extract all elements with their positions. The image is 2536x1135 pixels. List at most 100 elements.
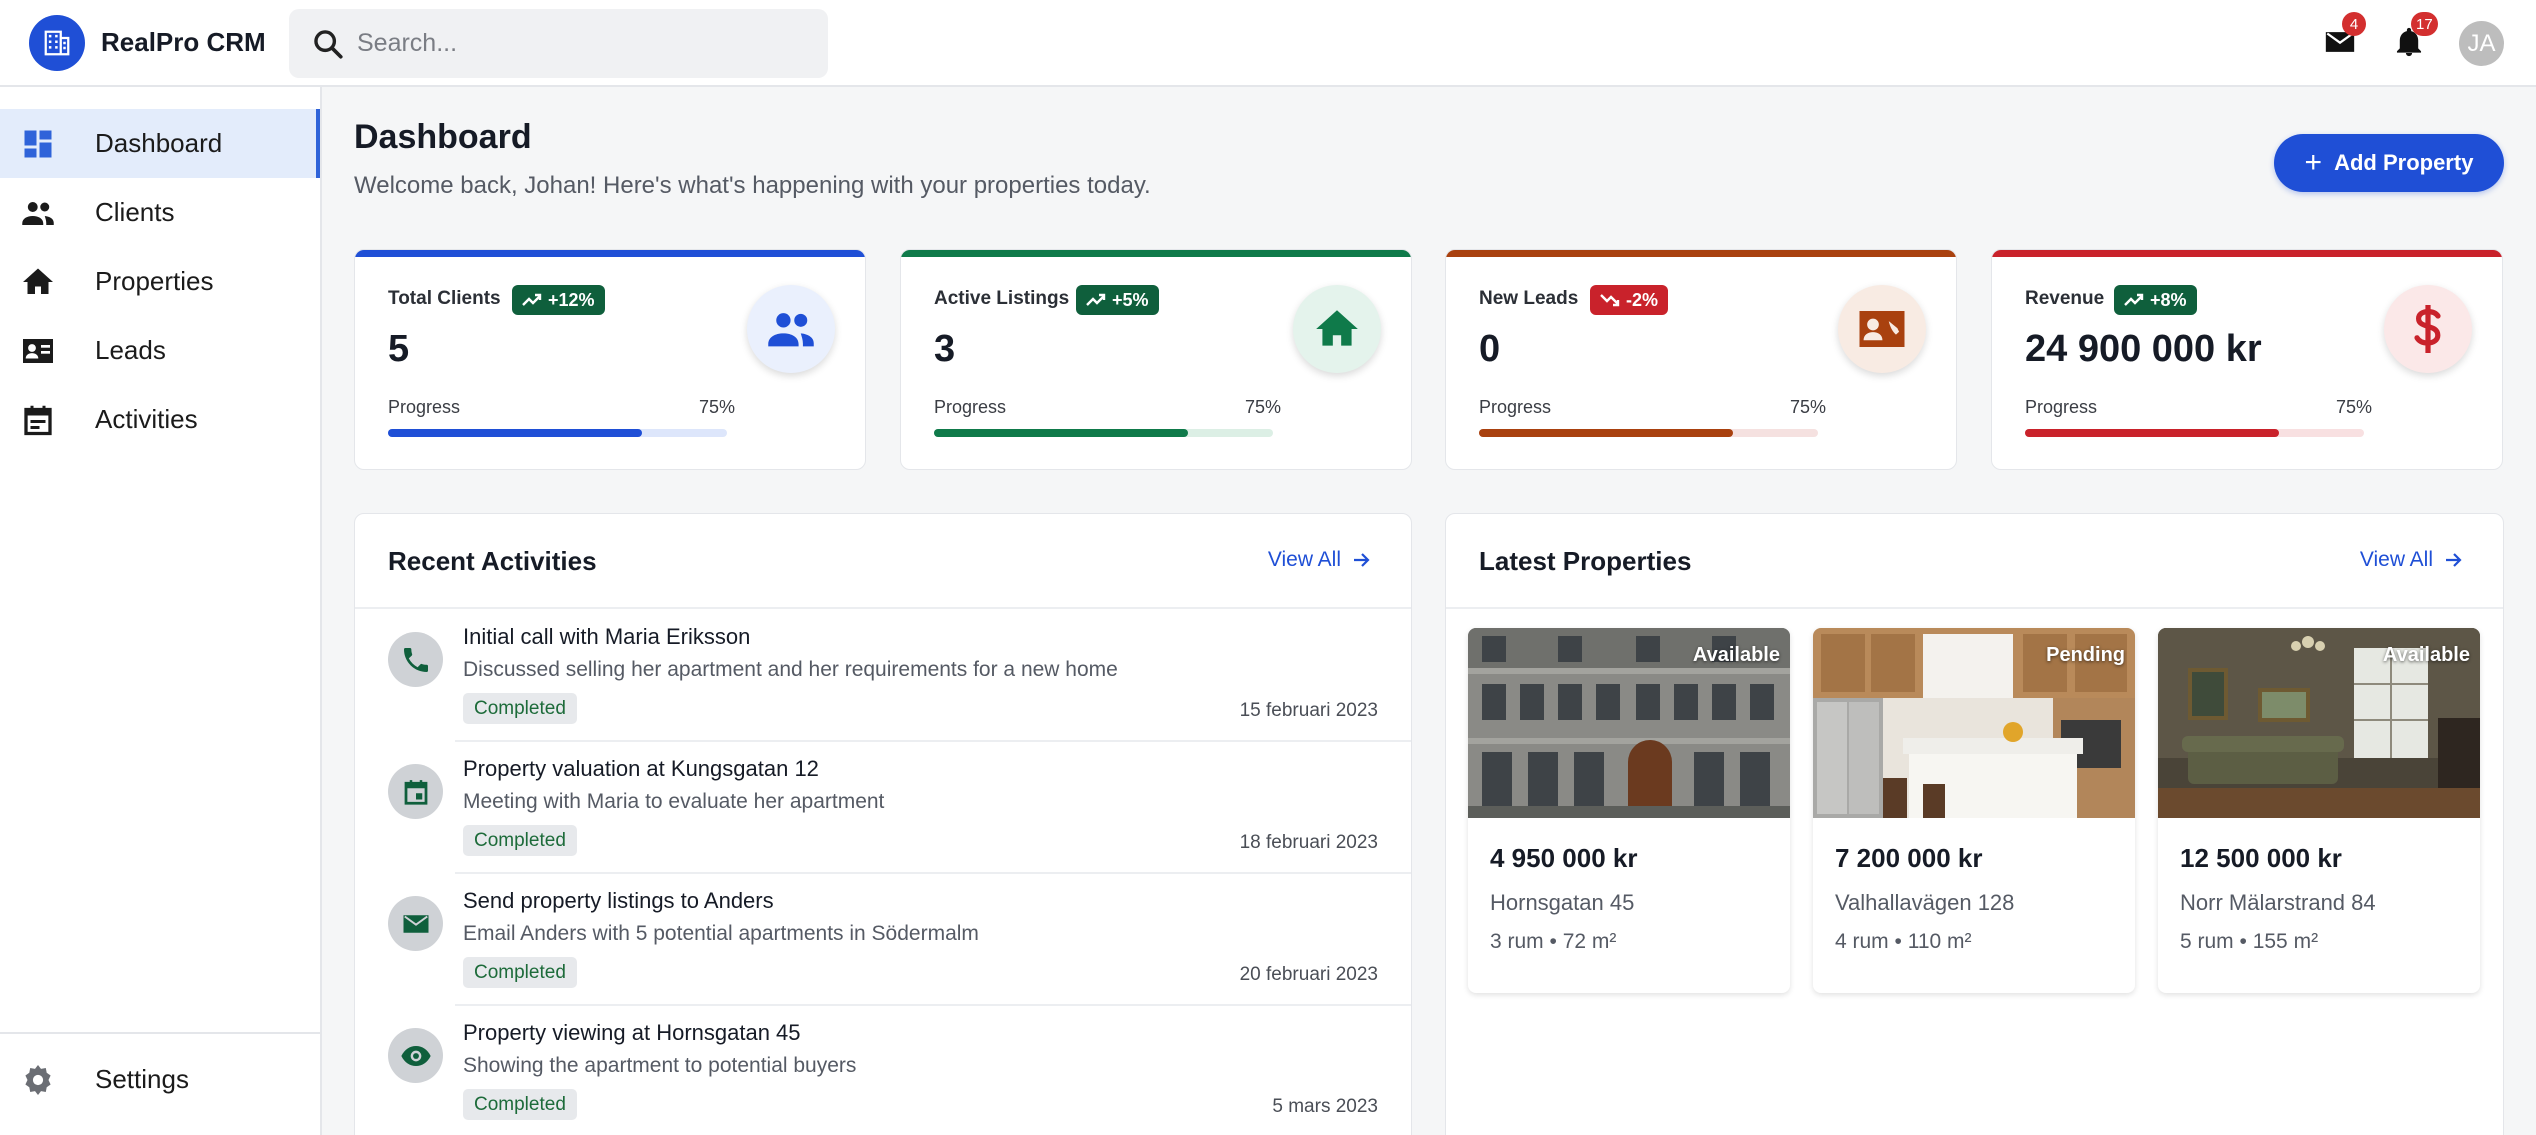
sidebar-item-label: Leads bbox=[95, 335, 166, 365]
gear-icon bbox=[25, 1064, 51, 1095]
stat-value: 3 bbox=[934, 328, 956, 370]
stat-label: Active Listings bbox=[934, 288, 1070, 309]
stat-label: Revenue bbox=[2025, 288, 2105, 309]
activity-date: 15 februari 2023 bbox=[1239, 700, 1378, 721]
add-property-button[interactable]: + Add Property bbox=[2274, 134, 2504, 192]
view-all-properties-link[interactable]: View All bbox=[2360, 548, 2463, 572]
activity-description: Email Anders with 5 potential apartments… bbox=[463, 922, 979, 945]
stat-card-active-listings[interactable]: Active Listings +5% 3 Progress 75% bbox=[900, 249, 1412, 470]
activity-title: Send property listings to Anders bbox=[463, 888, 774, 913]
sidebar-item-dashboard[interactable]: Dashboard bbox=[0, 109, 320, 178]
contact-card-icon bbox=[23, 338, 53, 363]
avatar[interactable]: JA bbox=[2459, 21, 2504, 66]
sidebar-item-clients[interactable]: Clients bbox=[0, 178, 320, 247]
add-property-label: Add Property bbox=[2334, 150, 2474, 175]
progress-label: Progress bbox=[1479, 397, 1552, 417]
trend-value: +5% bbox=[1112, 289, 1149, 310]
progress-fill bbox=[1479, 429, 1734, 437]
stat-card-revenue[interactable]: Revenue +8% 24 900 000 kr Progress 75% bbox=[1991, 249, 2503, 470]
arrow-right-icon bbox=[1354, 553, 1370, 567]
trending-down-icon bbox=[1600, 294, 1620, 307]
status-badge: Completed bbox=[463, 1089, 577, 1120]
sidebar-divider bbox=[0, 1032, 320, 1034]
search-icon bbox=[314, 29, 343, 59]
people-icon bbox=[22, 201, 54, 225]
progress-percent: 75% bbox=[698, 397, 735, 417]
progress-percent: 75% bbox=[1244, 397, 1281, 417]
activity-title: Property valuation at Kungsgatan 12 bbox=[463, 756, 819, 781]
progress-bar bbox=[388, 429, 727, 437]
property-status: Available bbox=[2382, 644, 2470, 666]
notifications-button[interactable]: 17 bbox=[2385, 12, 2438, 66]
property-price: 4 950 000 kr bbox=[1490, 843, 1638, 873]
sidebar: Dashboard Clients Properties Leads Activ… bbox=[0, 87, 322, 1135]
progress-percent: 75% bbox=[1789, 397, 1826, 417]
activity-description: Meeting with Maria to evaluate her apart… bbox=[463, 790, 885, 813]
recent-activities-panel: Recent Activities View All Initial call … bbox=[354, 513, 1412, 1135]
property-specs: 4 rum • 110 m² bbox=[1835, 930, 1972, 953]
eye-icon bbox=[388, 1028, 443, 1083]
progress-label: Progress bbox=[934, 397, 1007, 417]
phone-icon bbox=[388, 632, 443, 687]
page-subtitle: Welcome back, Johan! Here's what's happe… bbox=[354, 172, 1151, 199]
sidebar-item-settings[interactable]: Settings bbox=[0, 1045, 320, 1114]
activity-title: Initial call with Maria Eriksson bbox=[463, 624, 751, 649]
trend-value: -2% bbox=[1626, 289, 1659, 310]
activity-item[interactable]: Send property listings to Anders Email A… bbox=[355, 874, 1411, 1006]
activity-description: Showing the apartment to potential buyer… bbox=[463, 1054, 857, 1077]
mail-button[interactable]: 4 bbox=[2316, 12, 2366, 66]
notification-badge: 17 bbox=[2411, 12, 2438, 36]
property-price: 7 200 000 kr bbox=[1835, 843, 1983, 873]
activity-description: Discussed selling her apartment and her … bbox=[463, 658, 1118, 681]
progress-fill bbox=[2025, 429, 2280, 437]
trend-badge: +5% bbox=[1076, 285, 1159, 315]
brand[interactable]: RealPro CRM bbox=[29, 14, 289, 71]
progress-percent: 75% bbox=[2335, 397, 2372, 417]
property-card[interactable]: Pending 7 200 000 kr Valhallavägen 128 4… bbox=[1813, 628, 2135, 993]
panel-title: Latest Properties bbox=[1479, 546, 1692, 576]
progress-bar bbox=[934, 429, 1273, 437]
sidebar-item-label: Activities bbox=[95, 404, 198, 434]
calendar-icon bbox=[24, 405, 52, 435]
event-icon bbox=[388, 764, 443, 819]
property-specs: 5 rum • 155 m² bbox=[2180, 930, 2319, 953]
property-address: Hornsgatan 45 bbox=[1490, 890, 1635, 915]
sidebar-item-leads[interactable]: Leads bbox=[0, 316, 320, 385]
activity-date: 20 februari 2023 bbox=[1239, 964, 1378, 985]
progress-label: Progress bbox=[2025, 397, 2098, 417]
app-name: RealPro CRM bbox=[101, 27, 266, 57]
stat-label: Total Clients bbox=[388, 288, 501, 309]
contact-card-icon bbox=[1838, 285, 1926, 373]
view-all-activities-link[interactable]: View All bbox=[1268, 548, 1371, 572]
sidebar-item-label: Properties bbox=[95, 266, 214, 296]
trend-badge: +8% bbox=[2114, 285, 2197, 315]
trending-up-icon bbox=[522, 293, 542, 306]
property-price: 12 500 000 kr bbox=[2180, 843, 2342, 873]
stat-card-total-clients[interactable]: Total Clients +12% 5 Progress 75% bbox=[354, 249, 866, 470]
activity-date: 18 februari 2023 bbox=[1239, 832, 1378, 853]
home-icon bbox=[23, 268, 53, 294]
sidebar-item-properties[interactable]: Properties bbox=[0, 247, 320, 316]
building-icon bbox=[29, 14, 85, 71]
sidebar-item-activities[interactable]: Activities bbox=[0, 385, 320, 454]
stat-card-new-leads[interactable]: New Leads -2% 0 Progress 75% bbox=[1445, 249, 1957, 470]
people-icon bbox=[747, 285, 835, 373]
search-input[interactable] bbox=[357, 29, 797, 58]
panel-divider bbox=[355, 607, 1411, 609]
progress-bar bbox=[1479, 429, 1818, 437]
progress-bar bbox=[2025, 429, 2364, 437]
trend-badge: +12% bbox=[512, 285, 605, 315]
card-accent-line bbox=[1992, 250, 2502, 257]
trend-badge: -2% bbox=[1590, 285, 1669, 315]
activity-item[interactable]: Initial call with Maria Eriksson Discuss… bbox=[355, 610, 1411, 742]
activity-item[interactable]: Property viewing at Hornsgatan 45 Showin… bbox=[355, 1006, 1411, 1135]
page-title: Dashboard bbox=[354, 118, 532, 156]
property-card[interactable]: Available 4 950 000 kr Hornsgatan 45 3 r… bbox=[1468, 628, 1790, 993]
activity-item[interactable]: Property valuation at Kungsgatan 12 Meet… bbox=[355, 742, 1411, 874]
property-card[interactable]: Available 12 500 000 kr Norr Mälarstrand… bbox=[2158, 628, 2480, 993]
property-address: Valhallavägen 128 bbox=[1835, 890, 2015, 915]
dashboard-icon bbox=[24, 130, 52, 157]
stat-value: 24 900 000 kr bbox=[2025, 328, 2262, 370]
search-box[interactable] bbox=[289, 9, 828, 78]
plus-icon: + bbox=[2304, 146, 2323, 179]
